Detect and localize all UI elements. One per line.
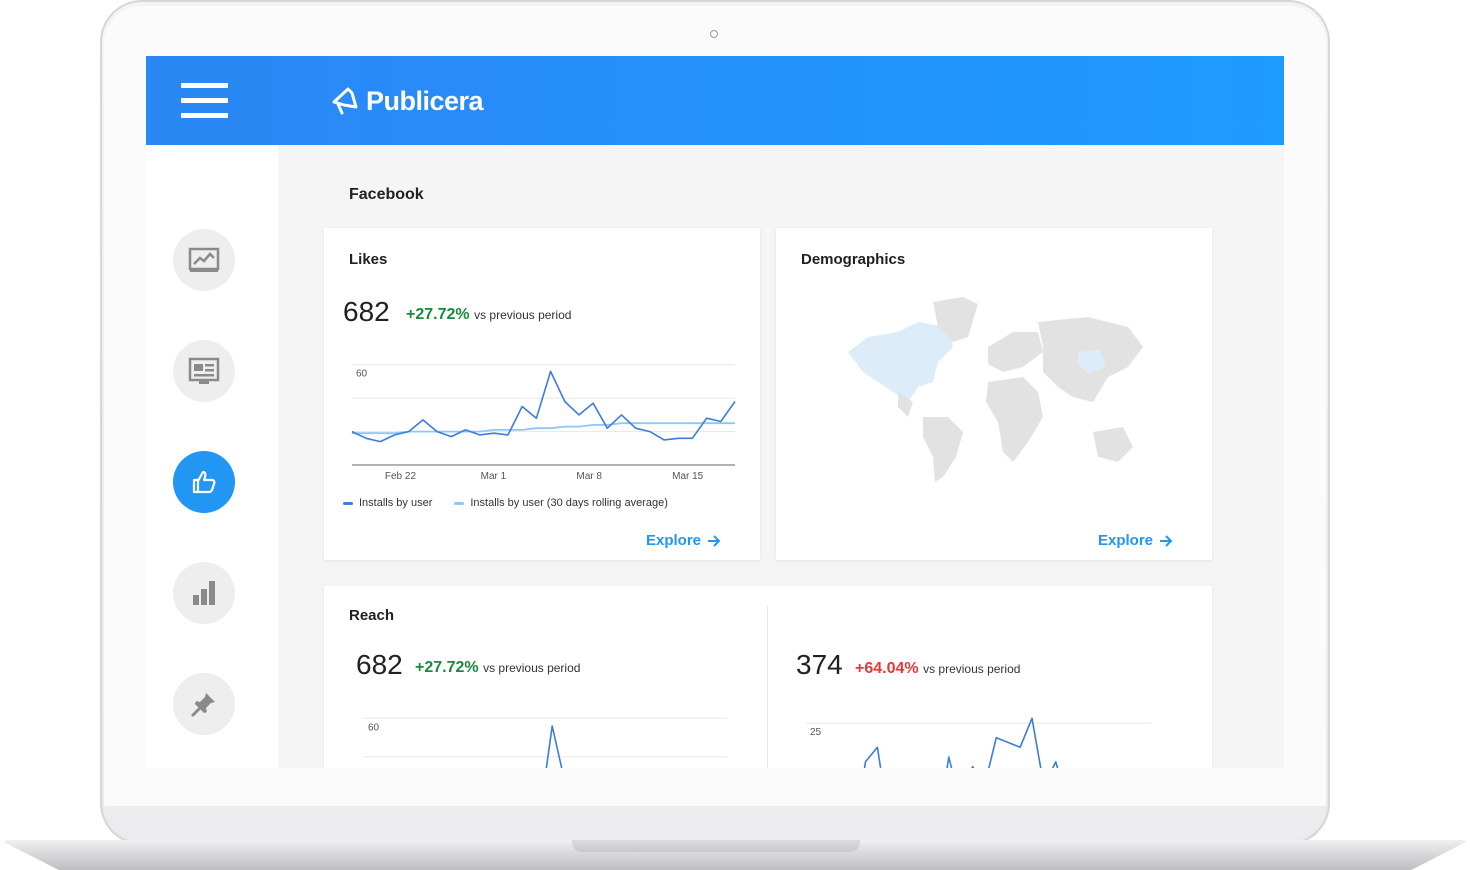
laptop-notch [572, 840, 860, 852]
menu-icon-line [181, 83, 228, 88]
likes-change-row: +27.72% vs previous period [406, 306, 571, 324]
likes-card-title: Likes [349, 251, 388, 268]
explore-label: Explore [646, 532, 702, 549]
app-logo[interactable]: Publicera [330, 84, 484, 118]
likes-change-suffix: vs previous period [474, 308, 572, 322]
reach-card: Reach 682 +27.72% vs previous period 60 … [324, 586, 1212, 768]
reach-card-title: Reach [349, 607, 395, 624]
world-map [848, 297, 1143, 482]
likes-line-chart: 60 Feb 22 Mar 1 Mar 8 Mar 15 [351, 364, 736, 482]
demographics-card-title: Demographics [801, 251, 906, 268]
likes-legend: Installs by user Installs by user (30 da… [343, 497, 668, 509]
menu-icon-line [181, 113, 228, 118]
y-tick-label: 60 [368, 722, 380, 733]
reach-right-value: 374 [796, 649, 843, 680]
thumbs-up-icon [192, 470, 216, 494]
legend-label-primary: Installs by user [359, 497, 433, 509]
pin-icon [191, 693, 215, 717]
series-line-primary [545, 725, 563, 768]
demographics-explore-link[interactable]: Explore [1098, 532, 1173, 549]
sidebar-item-stats[interactable] [173, 562, 235, 624]
page-title: Facebook [349, 186, 424, 203]
app-name: Publicera [366, 85, 484, 116]
menu-icon-line [181, 98, 228, 103]
newspaper-icon [188, 357, 220, 384]
sidebar [146, 145, 278, 768]
y-tick-label: 25 [810, 727, 822, 738]
camera-icon [710, 30, 718, 38]
reach-right-change-suffix: vs previous period [923, 662, 1021, 676]
map-region-australia[interactable] [1093, 427, 1133, 462]
megaphone-logo-icon [332, 87, 358, 115]
legend-swatch-primary [343, 501, 353, 505]
x-tick-label: Mar 1 [481, 471, 507, 482]
app-screen: Publicera Facebook Likes 682 +27.72% vs … [146, 56, 1284, 768]
arrow-right-icon [1160, 534, 1173, 547]
legend-label-secondary: Installs by user (30 days rolling averag… [470, 497, 668, 509]
reach-left-line-chart: 60 [364, 717, 727, 768]
map-region-north-america[interactable] [848, 322, 953, 402]
legend-swatch-secondary [454, 501, 465, 505]
arrow-right-icon [708, 534, 721, 547]
likes-card: Likes 682 +27.72% vs previous period 60 F… [324, 228, 760, 560]
likes-change: +27.72% [406, 306, 470, 323]
laptop-chin [104, 806, 1326, 840]
x-tick-label: Mar 8 [576, 471, 602, 482]
line-chart-icon [188, 247, 220, 272]
likes-explore-link[interactable]: Explore [646, 532, 721, 549]
reach-left-change-suffix: vs previous period [483, 661, 581, 675]
top-bar: Publicera [146, 56, 1284, 145]
hamburger-menu-button[interactable] [146, 56, 278, 145]
reach-left-change-row: +27.72% vs previous period [415, 659, 580, 677]
sidebar-item-pinned[interactable] [173, 673, 235, 735]
demographics-card: Demographics Explore [776, 228, 1212, 560]
bar-chart-icon [193, 581, 215, 605]
series-line-primary [351, 370, 736, 443]
y-tick-label: 60 [356, 369, 368, 380]
series-line-primary [863, 717, 1059, 768]
reach-right-line-chart: 25 [806, 717, 1151, 768]
sidebar-item-posts[interactable] [173, 340, 235, 402]
reach-left-change: +27.72% [415, 659, 479, 676]
sidebar-item-analytics[interactable] [173, 229, 235, 291]
reach-right-change: +64.04% [855, 660, 919, 677]
likes-value: 682 [343, 296, 390, 327]
x-tick-label: Feb 22 [385, 471, 417, 482]
x-tick-label: Mar 15 [672, 471, 704, 482]
map-region-south-america[interactable] [923, 417, 963, 482]
reach-left-value: 682 [356, 649, 403, 680]
map-region-europe[interactable] [988, 332, 1043, 372]
sidebar-item-likes[interactable] [173, 451, 235, 513]
reach-divider [767, 606, 768, 768]
reach-right-change-row: +64.04% vs previous period [855, 660, 1020, 678]
map-region-africa[interactable] [986, 377, 1043, 462]
explore-label: Explore [1098, 532, 1154, 549]
